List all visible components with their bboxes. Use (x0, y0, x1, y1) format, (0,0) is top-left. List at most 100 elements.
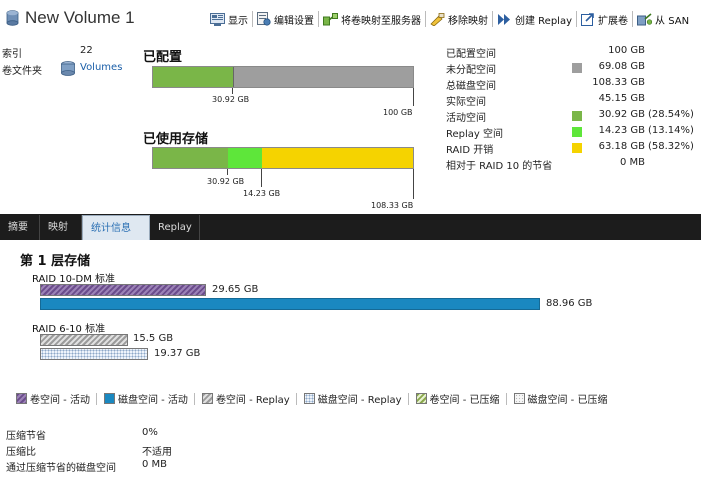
legend-label: 磁盘空间 - 已压缩 (527, 395, 608, 406)
legend-divider (505, 392, 507, 405)
legend-item-disk-replay: 磁盘空间 - Replay (303, 391, 402, 406)
expand-volume-button[interactable]: 扩展卷 (581, 11, 628, 27)
expand-volume-label: 扩展卷 (598, 15, 629, 27)
tab-statistics[interactable]: 统计信息 (82, 215, 150, 240)
configured-tick (232, 88, 233, 94)
compression-label: 压缩比 (6, 447, 36, 458)
compression-label: 通过压缩节省的磁盘空间 (6, 463, 116, 474)
from-san-button[interactable]: 从 SAN (637, 11, 689, 27)
raid6-disk-replay-value: 19.37 GB (154, 348, 201, 359)
storage-used-title: 已使用存储 (143, 132, 209, 147)
stat-value: 63.18 GB (598, 141, 645, 152)
stat-row-total-disk: 总磁盘空间 108.33 GB (446, 77, 701, 93)
folder-label: 卷文件夹 (2, 66, 42, 77)
volumes-folder-link[interactable]: Volumes (80, 62, 122, 73)
stat-label: RAID 开销 (446, 145, 494, 156)
stat-label: 相对于 RAID 10 的节省 (446, 161, 553, 172)
raid10-volume-active-bar (40, 284, 206, 296)
legend-swatch (513, 393, 525, 404)
stat-label: Replay 空间 (446, 129, 504, 140)
expand-volume-icon (581, 13, 594, 26)
raid10-disk-active-value: 88.96 GB (546, 298, 593, 309)
raid10-volume-active-value: 29.65 GB (212, 284, 259, 295)
map-volume-button[interactable]: 将卷映射至服务器 (323, 11, 421, 27)
tab-replay[interactable]: Replay (150, 215, 200, 240)
legend-swatch (303, 393, 315, 404)
stat-row-replay: Replay 空间 14.23 GB (13.14%) (446, 125, 701, 141)
tier-title: 第 1 层存储 (20, 254, 91, 269)
configured-bar (152, 66, 414, 88)
active-swatch (572, 111, 582, 121)
tab-strip: 摘要 映射 统计信息 Replay (0, 214, 701, 240)
create-replay-icon (498, 13, 510, 25)
from-san-label: 从 SAN (655, 15, 690, 27)
legend-swatch (201, 393, 213, 404)
compression-disk-savings-row: 通过压缩节省的磁盘空间 0 MB (6, 459, 167, 474)
legend-divider (95, 392, 97, 405)
map-volume-icon (323, 12, 338, 25)
configured-title: 已配置 (143, 50, 183, 65)
stat-value: 69.08 GB (598, 61, 645, 72)
stat-row-raid10-savings: 相对于 RAID 10 的节省 0 MB (446, 157, 701, 173)
from-san-icon (637, 12, 653, 25)
unallocated-swatch (572, 63, 582, 73)
map-volume-label: 将卷映射至服务器 (341, 15, 421, 27)
compression-savings-row: 压缩节省 0% (6, 427, 158, 442)
stat-row-active: 活动空间 30.92 GB (28.54%) (446, 109, 701, 125)
active-segment (153, 148, 228, 168)
index-label: 索引 (2, 49, 22, 60)
display-button[interactable]: 显示 (210, 11, 248, 27)
legend-label: 磁盘空间 - Replay (317, 395, 402, 406)
legend-label: 磁盘空间 - 活动 (117, 395, 188, 406)
tab-mapping[interactable]: 映射 (40, 215, 82, 240)
stat-value: 30.92 GB (598, 109, 645, 120)
legend-item-volume-replay: 卷空间 - Replay (201, 391, 290, 406)
legend-swatch (415, 393, 427, 404)
legend-swatch (103, 393, 115, 404)
edit-settings-label: 编辑设置 (274, 15, 314, 27)
legend-item-disk-compressed: 磁盘空间 - 已压缩 (513, 391, 608, 406)
active-value-label: 30.92 GB (207, 177, 245, 186)
create-replay-button[interactable]: 创建 Replay (497, 11, 572, 27)
stat-row-raid-overhead: RAID 开销 63.18 GB (58.32%) (446, 141, 701, 157)
legend-divider (407, 392, 409, 405)
volume-icon (6, 10, 19, 26)
index-value: 22 (80, 45, 93, 56)
raid10-disk-active-bar (40, 298, 540, 310)
legend-item-disk-active: 磁盘空间 - 活动 (103, 391, 188, 406)
stat-label: 已配置空间 (446, 49, 496, 60)
raid6-volume-replay-value: 15.5 GB (133, 333, 174, 344)
compression-ratio-row: 压缩比 不适用 (6, 443, 172, 458)
create-replay-label: 创建 Replay (515, 15, 573, 27)
remove-mapping-icon (430, 12, 445, 26)
compression-value: 0 MB (142, 459, 168, 470)
legend-swatch (16, 393, 27, 404)
legend-divider (193, 392, 195, 405)
edit-settings-icon (257, 12, 271, 26)
remove-mapping-button[interactable]: 移除映射 (430, 11, 488, 27)
stat-label: 活动空间 (446, 113, 486, 124)
legend-item-volume-compressed: 卷空间 - 已压缩 (415, 391, 500, 406)
tab-summary[interactable]: 摘要 (0, 215, 40, 240)
display-icon (210, 12, 225, 26)
legend-label: 卷空间 - Replay (215, 395, 290, 406)
stat-row-actual: 实际空间 45.15 GB (446, 93, 701, 109)
stat-value: 108.33 GB (592, 77, 645, 88)
legend-label: 卷空间 - 已压缩 (429, 395, 500, 406)
toolbar-divider (318, 11, 319, 27)
storage-total-label: 108.33 GB (371, 201, 414, 210)
storage-end-tick (413, 169, 414, 199)
stat-row-configured: 已配置空间 100 GB (446, 45, 701, 61)
legend: 卷空间 - 活动 磁盘空间 - 活动 卷空间 - Replay 磁盘空间 - R… (16, 391, 616, 406)
raid-overhead-swatch (572, 143, 582, 153)
toolbar-divider (492, 11, 493, 27)
toolbar-divider (252, 11, 253, 27)
raid6-disk-replay-bar (40, 348, 148, 360)
toolbar-divider (632, 11, 634, 27)
edit-settings-button[interactable]: 编辑设置 (257, 11, 314, 27)
raid10-label: RAID 10-DM 标准 (32, 274, 116, 285)
stat-row-unallocated: 未分配空间 69.08 GB (446, 61, 701, 77)
stat-percent: (58.32%) (648, 141, 694, 152)
stat-percent: (13.14%) (648, 125, 694, 136)
configured-used-segment (153, 67, 233, 87)
